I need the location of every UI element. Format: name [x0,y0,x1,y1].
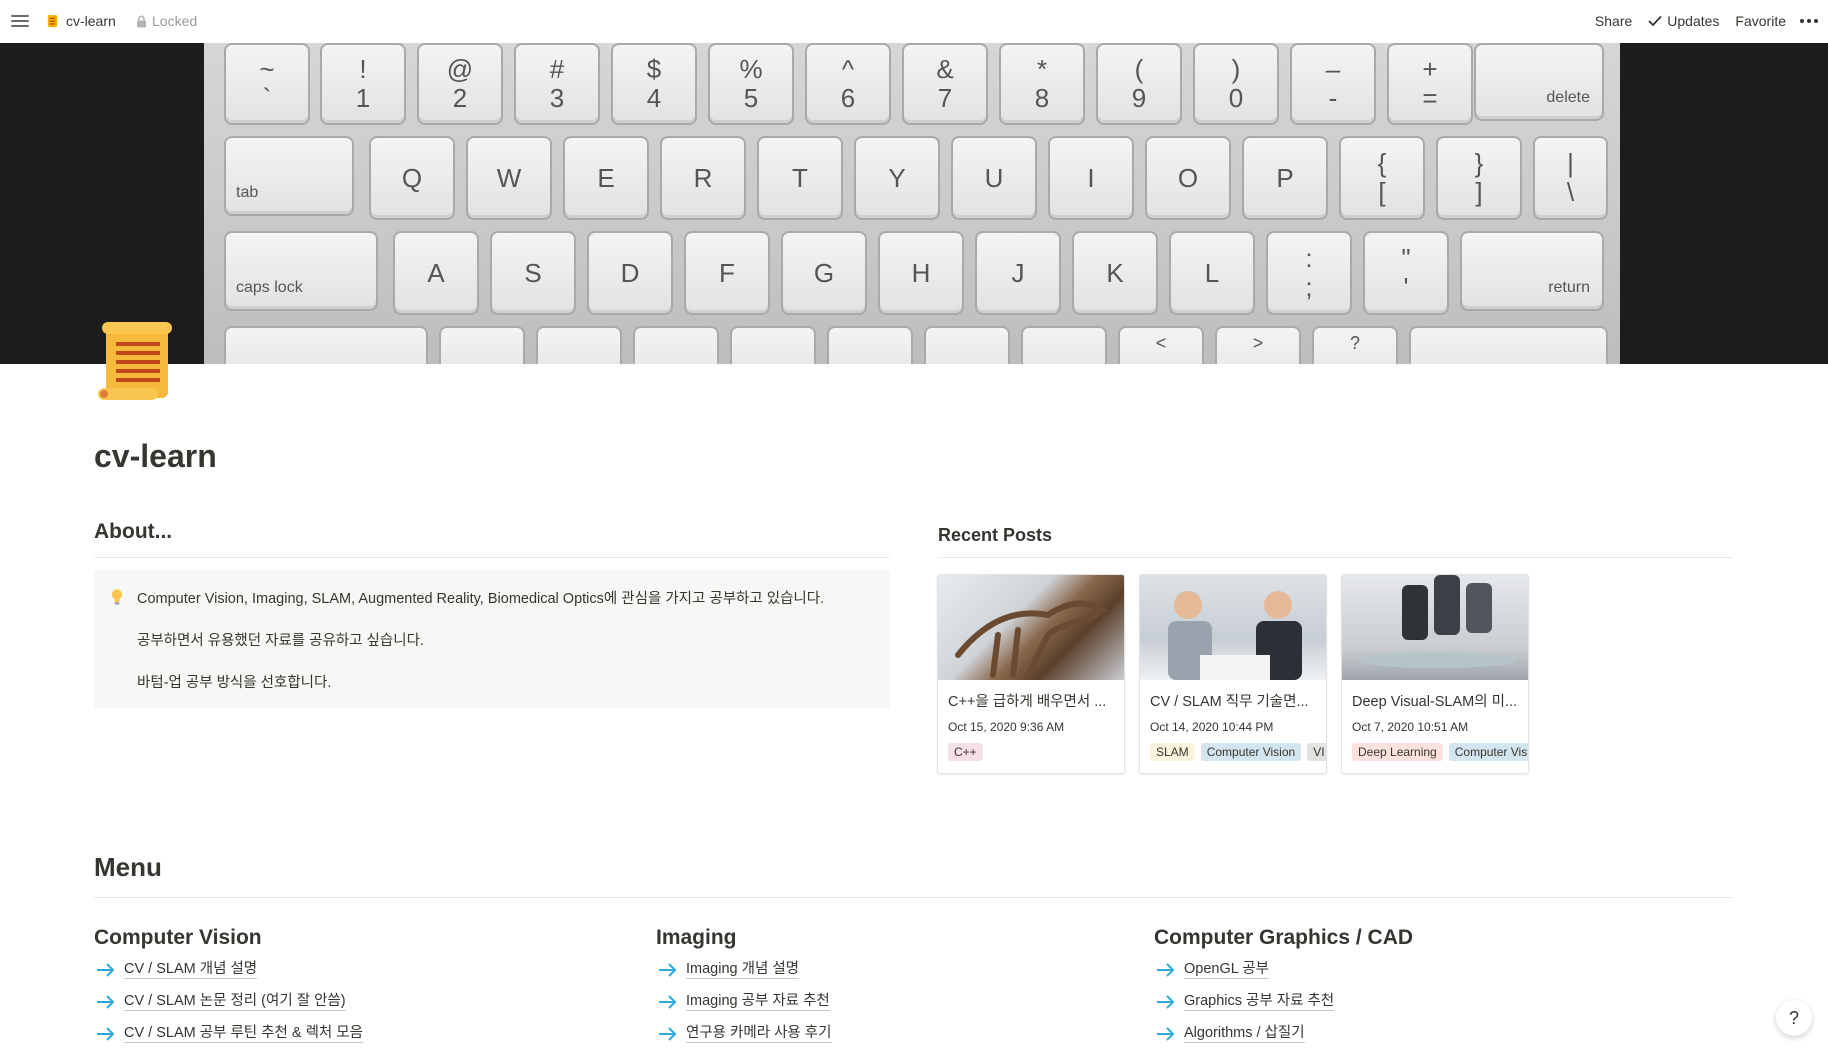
menu-column-heading: Imaging [656,926,737,949]
menu-link[interactable]: OpenGL 공부 [1156,960,1269,979]
post-card-date: Oct 14, 2020 10:44 PM [1150,720,1274,734]
menu-link[interactable]: Imaging 공부 자료 추천 [658,992,830,1011]
post-card-image-microscope [1342,575,1528,680]
tag-computer-vision: Computer Vision [1200,743,1302,761]
menu-link[interactable]: CV / SLAM 논문 정리 (여기 잘 안씀) [96,992,346,1011]
about-callout: Computer Vision, Imaging, SLAM, Augmente… [94,570,890,708]
post-card[interactable]: CV / SLAM 직무 기술면... Oct 14, 2020 10:44 P… [1139,574,1327,774]
updates-label: Updates [1667,13,1720,29]
menu-heading: Menu [94,852,162,882]
menu-link[interactable]: Graphics 공부 자료 추천 [1156,992,1335,1011]
arrow-right-icon [97,1026,115,1041]
arrow-right-icon [97,962,115,977]
arrow-right-icon [659,1026,677,1041]
share-button[interactable]: Share [1587,13,1640,29]
post-card-date: Oct 7, 2020 10:51 AM [1352,720,1469,734]
post-card-title: C++을 급하게 배우면서 ... [948,694,1107,710]
post-card[interactable]: Deep Visual-SLAM의 미... Oct 7, 2020 10:51… [1341,574,1529,774]
about-line-3: 바텀-업 공부 방식을 선호합니다. [137,675,332,691]
menu-link-label: Algorithms / 삽질기 [1184,1025,1305,1043]
tag-cpp: C++ [948,743,983,761]
menu-link[interactable]: CV / SLAM 공부 루틴 추천 & 렉처 모음 [96,1024,363,1043]
tag-slam: SLAM [1150,743,1195,761]
post-card-image-interview [1140,575,1326,680]
menu-column-heading: Computer Vision [94,926,262,949]
keyboard-photo: ~ ` ! 1 @2 #3 $4 % 5 ^ 6 & 7 * 8 (9 ) 0 – - + = d… [204,43,1620,364]
menu-link[interactable]: Algorithms / 삽질기 [1156,1024,1305,1043]
breadcrumb-page-name: cv-learn [66,13,116,29]
breadcrumb[interactable]: cv-learn [45,11,116,31]
microscope-graphic [1357,575,1517,668]
post-card-image-dinosaur [938,575,1124,680]
check-icon [1648,15,1662,27]
dinosaur-skeleton-graphic [955,600,1109,678]
arrow-right-icon [97,994,115,1009]
about-line-2: 공부하면서 유용했던 자료를 공유하고 싶습니다. [137,633,424,649]
arrow-right-icon [1157,1026,1175,1041]
recent-posts-heading: Recent Posts [938,525,1053,545]
menu-link-label: CV / SLAM 논문 정리 (여기 잘 안씀) [124,993,346,1011]
menu-link-label: CV / SLAM 공부 루틴 추천 & 렉처 모음 [124,1025,363,1043]
post-card[interactable]: C++을 급하게 배우면서 ... Oct 15, 2020 9:36 AM C… [937,574,1125,774]
scroll-icon[interactable] [94,320,176,402]
lightbulb-icon [111,589,123,605]
arrow-right-icon [659,994,677,1009]
post-card-date: Oct 15, 2020 9:36 AM [948,720,1065,734]
help-button[interactable]: ? [1776,1000,1812,1036]
updates-button[interactable]: Updates [1640,13,1727,29]
menu-link-label: Graphics 공부 자료 추천 [1184,993,1335,1011]
post-card-title: CV / SLAM 직무 기술면... [1150,694,1309,710]
menu-link[interactable]: CV / SLAM 개념 설명 [96,960,258,979]
about-line-1: Computer Vision, Imaging, SLAM, Augmente… [137,591,825,607]
top-actions: Share Updates Favorite [1587,10,1828,32]
top-bar: cv-learn Locked Share Updates Favorite [0,0,1828,43]
menu-link-label: 연구용 카메라 사용 후기 [686,1025,832,1043]
recent-divider [938,557,1732,558]
scroll-icon [47,14,58,27]
cover-image: ~ ` ! 1 @2 #3 $4 % 5 ^ 6 & 7 * 8 (9 ) 0 – - + = d… [0,43,1828,364]
about-heading: About... [94,520,173,543]
post-card-title: Deep Visual-SLAM의 미... [1352,694,1518,710]
menu-column-heading: Computer Graphics / CAD [1154,926,1414,949]
more-icon[interactable] [1794,19,1828,23]
menu-divider [94,897,1732,898]
about-divider [94,557,890,558]
menu-link[interactable]: Imaging 개념 설명 [658,960,800,979]
lock-icon [137,15,146,27]
menu-link-label: Imaging 공부 자료 추천 [686,993,830,1011]
arrow-right-icon [659,962,677,977]
tag-vi: VI [1307,743,1326,761]
arrow-right-icon [1157,962,1175,977]
tag-computer-vision: Computer Visi [1448,743,1528,761]
tag-deep-learning: Deep Learning [1352,743,1443,761]
interview-people-graphic [1168,591,1302,680]
favorite-button[interactable]: Favorite [1727,13,1794,29]
arrow-right-icon [1157,994,1175,1009]
menu-link[interactable]: 연구용 카메라 사용 후기 [658,1024,832,1043]
menu-icon[interactable] [11,12,29,30]
page-title: cv-learn [94,438,217,474]
menu-link-label: Imaging 개념 설명 [686,961,800,979]
menu-link-label: CV / SLAM 개념 설명 [124,961,258,979]
locked-label: Locked [152,13,198,29]
locked-indicator[interactable]: Locked [136,11,197,31]
menu-link-label: OpenGL 공부 [1184,961,1269,979]
